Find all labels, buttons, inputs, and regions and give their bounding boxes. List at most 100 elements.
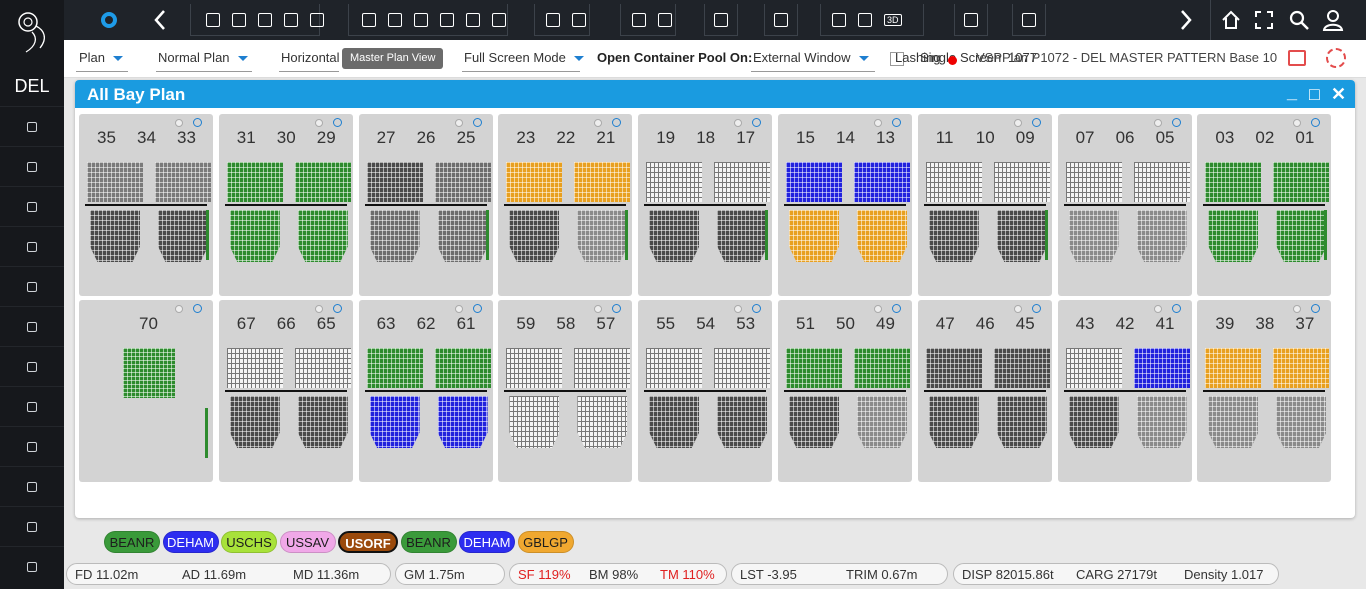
bay-card[interactable]: 55 54 53 xyxy=(638,300,773,482)
container-pool-select[interactable]: External Window xyxy=(753,50,869,65)
chart-icon[interactable] xyxy=(658,13,672,27)
container-block[interactable] xyxy=(369,210,420,262)
gallery-icon[interactable] xyxy=(1288,50,1306,66)
zoom-icon[interactable] xyxy=(193,118,202,127)
container-block[interactable] xyxy=(1273,162,1330,202)
container-block[interactable] xyxy=(1208,396,1259,448)
close-button[interactable]: ✕ xyxy=(1331,84,1346,105)
select-radio[interactable] xyxy=(1013,305,1022,313)
zoom-icon[interactable] xyxy=(332,118,342,127)
bay-card[interactable]: 70 xyxy=(79,300,213,482)
container-block[interactable] xyxy=(928,396,979,448)
port-chip[interactable]: DEHAM xyxy=(162,531,219,553)
sidebar-item[interactable] xyxy=(0,106,64,146)
zoom-icon[interactable] xyxy=(472,304,482,313)
sidebar-item[interactable] xyxy=(0,346,64,386)
zoom-icon[interactable] xyxy=(892,304,901,313)
container-block[interactable] xyxy=(649,210,700,262)
container-block[interactable] xyxy=(714,348,771,388)
3d-icon[interactable]: 3D xyxy=(884,14,902,26)
zoom-icon[interactable] xyxy=(752,118,762,127)
export-icon[interactable] xyxy=(310,13,324,27)
port-chip[interactable]: DEHAM xyxy=(459,531,515,553)
zoom-icon[interactable] xyxy=(193,304,202,313)
container-block[interactable] xyxy=(1136,210,1187,262)
plan-select[interactable]: Normal Plan xyxy=(158,50,248,65)
select-radio[interactable] xyxy=(1293,305,1302,313)
container-block[interactable] xyxy=(87,162,143,202)
bay-card[interactable]: 39 38 37 xyxy=(1197,300,1332,482)
container-block[interactable] xyxy=(1065,162,1122,202)
calendar-icon[interactable] xyxy=(388,13,402,27)
crane-icon[interactable] xyxy=(466,13,480,27)
container-block[interactable] xyxy=(714,162,771,202)
select-radio[interactable] xyxy=(175,119,183,127)
container-block[interactable] xyxy=(90,210,140,262)
sidebar-item[interactable] xyxy=(0,186,64,226)
container-block[interactable] xyxy=(1205,162,1262,202)
container-block[interactable] xyxy=(786,162,842,202)
container-block[interactable] xyxy=(857,396,907,448)
container-block[interactable] xyxy=(506,162,563,202)
maximize-button[interactable]: □ xyxy=(1309,84,1320,105)
cancel-icon[interactable] xyxy=(1022,13,1036,27)
fullscreen-icon[interactable] xyxy=(1254,8,1274,32)
container-block[interactable] xyxy=(229,396,280,448)
container-block[interactable] xyxy=(1208,210,1259,262)
container-block[interactable] xyxy=(1205,348,1262,388)
select-radio[interactable] xyxy=(1153,305,1162,313)
palette-icon[interactable] xyxy=(858,13,872,27)
bay-card[interactable]: 63 62 61 xyxy=(358,300,493,482)
save-icon[interactable] xyxy=(232,13,246,27)
zoom-icon[interactable] xyxy=(1171,304,1181,313)
clipboard-icon[interactable] xyxy=(414,13,428,27)
minimize-button[interactable]: _ xyxy=(1287,82,1297,103)
container-block[interactable] xyxy=(854,348,910,388)
user-icon[interactable] xyxy=(1322,8,1344,32)
zoom-icon[interactable] xyxy=(1311,304,1321,313)
bay-card[interactable]: 03 02 01 xyxy=(1197,114,1332,296)
container-block[interactable] xyxy=(574,162,631,202)
select-radio[interactable] xyxy=(874,305,882,313)
container-block[interactable] xyxy=(646,348,703,388)
sidebar-item[interactable] xyxy=(0,546,64,586)
port-chip[interactable]: USSAV xyxy=(279,531,336,553)
zoom-icon[interactable] xyxy=(472,118,482,127)
sidebar-item[interactable] xyxy=(0,266,64,306)
container-block[interactable] xyxy=(1068,396,1119,448)
select-radio[interactable] xyxy=(1013,119,1022,127)
container-block[interactable] xyxy=(1065,348,1122,388)
container-block[interactable] xyxy=(1276,210,1327,262)
container-block[interactable] xyxy=(1133,162,1190,202)
port-chip[interactable]: BEANR xyxy=(400,531,457,553)
zoom-icon[interactable] xyxy=(612,118,622,127)
port-chip[interactable]: BEANR xyxy=(104,531,160,553)
zoom-icon[interactable] xyxy=(612,304,622,313)
stack-icon[interactable] xyxy=(440,13,454,27)
zoom-icon[interactable] xyxy=(1031,304,1041,313)
container-block[interactable] xyxy=(1276,396,1327,448)
container-block[interactable] xyxy=(996,396,1047,448)
container-block[interactable] xyxy=(577,210,628,262)
view-select[interactable]: Plan xyxy=(79,50,124,65)
fire-icon[interactable] xyxy=(774,13,788,27)
select-radio[interactable] xyxy=(454,305,463,313)
select-radio[interactable] xyxy=(454,119,463,127)
container-block[interactable] xyxy=(229,210,280,262)
sidebar-item[interactable] xyxy=(0,386,64,426)
cloud-upload-icon[interactable] xyxy=(258,13,272,27)
container-block[interactable] xyxy=(574,348,631,388)
sidebar-item[interactable] xyxy=(0,306,64,346)
zoom-icon[interactable] xyxy=(1311,118,1321,127)
report-icon[interactable] xyxy=(964,13,978,27)
select-radio[interactable] xyxy=(594,119,603,127)
container-block[interactable] xyxy=(925,162,982,202)
container-block[interactable] xyxy=(646,162,703,202)
container-block[interactable] xyxy=(294,348,351,388)
gear-icon[interactable] xyxy=(98,8,120,32)
forward-icon[interactable] xyxy=(1178,8,1194,32)
port-chip[interactable]: USORF xyxy=(338,531,398,553)
container-block[interactable] xyxy=(928,210,979,262)
select-radio[interactable] xyxy=(314,305,323,313)
sidebar-item[interactable] xyxy=(0,426,64,466)
